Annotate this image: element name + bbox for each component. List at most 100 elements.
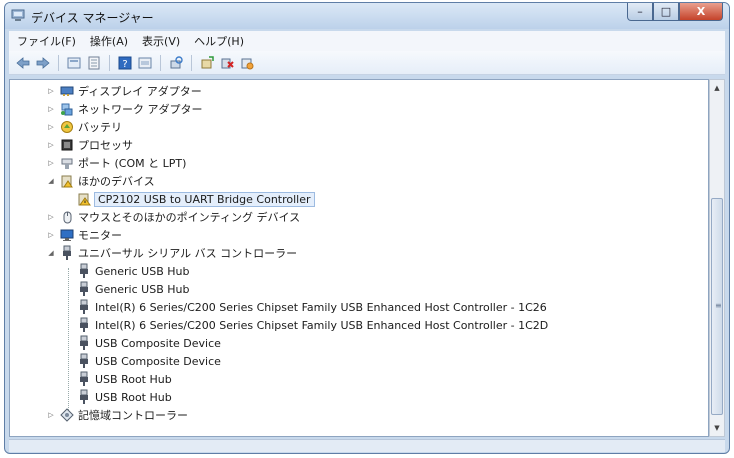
tree-item-label: CP2102 USB to UART Bridge Controller	[94, 191, 315, 207]
tree-item-usb-device[interactable]: USB Composite Device	[76, 352, 221, 370]
expand-arrow-icon[interactable]: ▷	[46, 87, 56, 95]
maximize-button[interactable]: □	[653, 3, 679, 21]
tree-item-other-devices[interactable]: ◢ ほかのデバイス	[46, 172, 155, 190]
tree-item-label: 記憶域コントローラー	[78, 409, 188, 422]
tree-item-label: ユニバーサル シリアル バス コントローラー	[78, 247, 298, 260]
minimize-button[interactable]: –	[627, 3, 653, 21]
tree-item-usb-controllers[interactable]: ◢ ユニバーサル シリアル バス コントローラー	[46, 244, 297, 262]
scrollbar-thumb[interactable]: ≡	[711, 198, 723, 415]
forward-arrow-icon[interactable]	[35, 55, 51, 71]
tree-item-label: マウスとそのほかのポインティング デバイス	[78, 211, 301, 224]
scroll-up-button[interactable]: ▲	[710, 80, 724, 96]
expand-arrow-icon[interactable]: ▷	[46, 411, 56, 419]
tree-item-network-adapters[interactable]: ▷ ネットワーク アダプター	[46, 100, 203, 118]
menu-view[interactable]: 表示(V)	[136, 33, 186, 49]
tree-item-mouse[interactable]: ▷ マウスとそのほかのポインティング デバイス	[46, 208, 300, 226]
toolbar: ?	[9, 51, 725, 75]
tree-item-battery[interactable]: ▷ バッテリ	[46, 118, 122, 136]
tree-item-label: Intel(R) 6 Series/C200 Series Chipset Fa…	[95, 318, 549, 332]
toolbar-separator	[109, 54, 110, 71]
tree-item-cp2102[interactable]: CP2102 USB to UART Bridge Controller	[76, 190, 315, 208]
network-adapter-icon	[59, 101, 75, 117]
scroll-grip-icon: ≡	[715, 301, 722, 310]
processor-icon	[59, 137, 75, 153]
update-driver-icon[interactable]	[199, 55, 215, 71]
uninstall-icon[interactable]	[219, 55, 235, 71]
port-icon	[59, 155, 75, 171]
device-list-icon[interactable]	[137, 55, 153, 71]
usb-plug-icon	[76, 335, 92, 351]
toolbar-separator	[160, 54, 161, 71]
tree-item-display-adapters[interactable]: ▷ ディスプレイ アダプター	[46, 82, 202, 100]
expand-arrow-icon[interactable]: ▷	[46, 159, 56, 167]
vertical-scrollbar[interactable]: ▲ ≡ ▼	[709, 79, 725, 437]
properties-icon[interactable]	[86, 55, 102, 71]
menu-action[interactable]: 操作(A)	[84, 33, 134, 49]
mouse-icon	[59, 209, 75, 225]
usb-plug-icon	[76, 317, 92, 333]
usb-plug-icon	[76, 389, 92, 405]
expand-arrow-icon[interactable]: ▷	[46, 231, 56, 239]
display-adapter-icon	[59, 83, 75, 99]
tree-item-usb-device[interactable]: Intel(R) 6 Series/C200 Series Chipset Fa…	[76, 298, 547, 316]
tree-item-usb-device[interactable]: Intel(R) 6 Series/C200 Series Chipset Fa…	[76, 316, 548, 334]
tree-item-monitor[interactable]: ▷ モニター	[46, 226, 122, 244]
usb-plug-icon	[76, 353, 92, 369]
usb-plug-icon	[59, 245, 75, 261]
tree-item-label: Intel(R) 6 Series/C200 Series Chipset Fa…	[95, 300, 547, 314]
menu-file[interactable]: ファイル(F)	[11, 33, 82, 49]
scan-hardware-icon[interactable]	[168, 55, 184, 71]
device-view-icon[interactable]	[66, 55, 82, 71]
tree-item-usb-device[interactable]: USB Root Hub	[76, 388, 172, 406]
tree-item-label: バッテリ	[78, 121, 122, 134]
tree-item-ports[interactable]: ▷ ポート (COM と LPT)	[46, 154, 186, 172]
tree-item-usb-device[interactable]: USB Composite Device	[76, 334, 221, 352]
tree-item-storage-controllers[interactable]: ▷ 記憶域コントローラー	[46, 406, 188, 424]
menu-help[interactable]: ヘルプ(H)	[188, 33, 250, 49]
device-tree[interactable]: ▷ ディスプレイ アダプター ▷ ネットワーク アダプター ▷ バッテリ ▷ プ…	[9, 79, 709, 437]
scroll-down-button[interactable]: ▼	[710, 420, 724, 436]
monitor-icon	[59, 227, 75, 243]
tree-item-processor[interactable]: ▷ プロセッサ	[46, 136, 133, 154]
expand-arrow-icon[interactable]: ▷	[46, 105, 56, 113]
tree-item-label: USB Root Hub	[95, 390, 172, 404]
expand-arrow-icon[interactable]: ▷	[46, 141, 56, 149]
tree-item-usb-device[interactable]: Generic USB Hub	[76, 280, 189, 298]
close-button[interactable]: X	[679, 3, 723, 21]
title-bar[interactable]: デバイス マネージャー – □ X	[5, 3, 729, 29]
collapse-arrow-icon[interactable]: ◢	[46, 177, 56, 185]
tree-item-label: USB Root Hub	[95, 372, 172, 386]
collapse-arrow-icon[interactable]: ◢	[46, 249, 56, 257]
tree-item-label: USB Composite Device	[95, 354, 221, 368]
tree-item-usb-device[interactable]: USB Root Hub	[76, 370, 172, 388]
tree-connector-line	[68, 268, 69, 420]
back-arrow-icon[interactable]	[15, 55, 31, 71]
tree-item-label: ディスプレイ アダプター	[78, 85, 202, 98]
storage-controller-icon	[59, 407, 75, 423]
expand-arrow-icon[interactable]: ▷	[46, 213, 56, 221]
tree-item-label: ポート (COM と LPT)	[78, 157, 187, 170]
warning-device-icon	[76, 191, 92, 207]
tree-item-usb-device[interactable]: Generic USB Hub	[76, 262, 189, 280]
usb-plug-icon	[76, 371, 92, 387]
tree-item-label: Generic USB Hub	[95, 264, 190, 278]
menu-bar: ファイル(F) 操作(A) 表示(V) ヘルプ(H)	[9, 31, 725, 51]
usb-plug-icon	[76, 263, 92, 279]
device-manager-icon	[11, 9, 25, 21]
tree-item-label: ネットワーク アダプター	[78, 103, 203, 116]
usb-plug-icon	[76, 299, 92, 315]
tree-item-label: モニター	[78, 229, 122, 242]
svg-text:?: ?	[122, 59, 127, 70]
tree-item-label: プロセッサ	[78, 139, 133, 152]
usb-plug-icon	[76, 281, 92, 297]
help-icon[interactable]: ?	[117, 55, 133, 71]
device-manager-window: デバイス マネージャー – □ X ファイル(F) 操作(A) 表示(V) ヘル…	[4, 2, 730, 454]
status-bar	[9, 439, 725, 452]
tree-item-label: ほかのデバイス	[78, 175, 155, 188]
tree-item-label: Generic USB Hub	[95, 282, 190, 296]
expand-arrow-icon[interactable]: ▷	[46, 123, 56, 131]
battery-icon	[59, 119, 75, 135]
window-title: デバイス マネージャー	[31, 11, 154, 25]
toolbar-separator	[58, 54, 59, 71]
disable-device-icon[interactable]	[239, 55, 255, 71]
